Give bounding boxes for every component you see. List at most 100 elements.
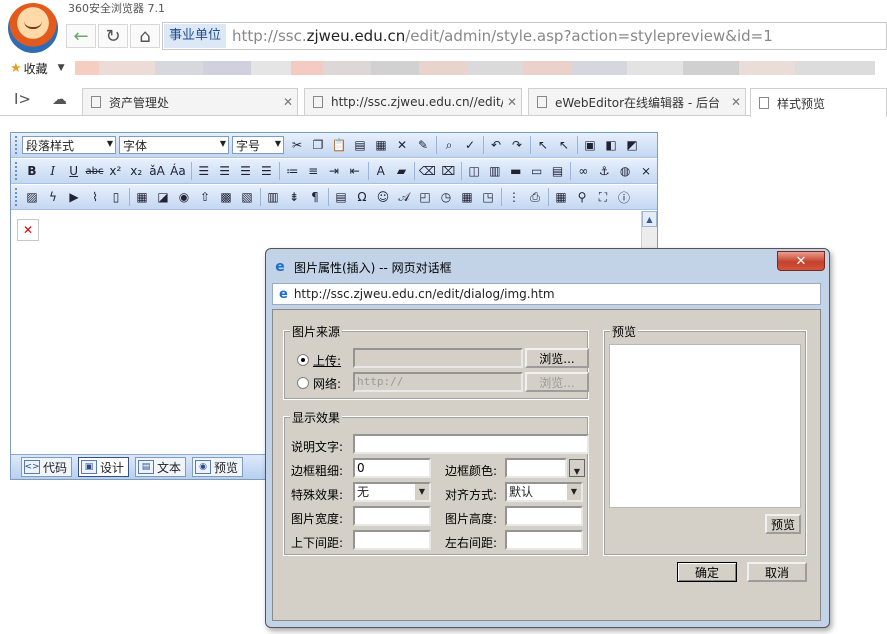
paste-word-icon[interactable]: ▦	[371, 135, 391, 155]
insert-date-icon[interactable]: ◰	[415, 187, 435, 207]
cancel-button[interactable]: 取消	[747, 562, 807, 582]
sidebar-toggle-icon[interactable]: I>	[14, 90, 31, 108]
zoom-icon[interactable]: ⚲	[572, 187, 592, 207]
tab-edit-url[interactable]: http://ssc.zjweu.edu.cn//edit/ ✕	[304, 88, 522, 115]
vspace-field[interactable]	[353, 530, 431, 550]
font-select[interactable]: 字体 ▼	[119, 136, 229, 154]
link-icon[interactable]: ∞	[573, 161, 593, 181]
lowercase-icon[interactable]: Áa	[168, 161, 188, 181]
uppercase-icon[interactable]: ǎA	[147, 161, 167, 181]
upload-icon[interactable]: ⇧	[195, 187, 215, 207]
home-icon[interactable]: ⌂	[130, 24, 160, 48]
browser-logo-icon[interactable]	[8, 3, 58, 53]
paste-icon[interactable]: 📋	[329, 135, 349, 155]
align-justify-icon[interactable]: ☰	[256, 161, 276, 181]
insert-page-break-icon[interactable]: ⇟	[284, 187, 304, 207]
paragraph-style-select[interactable]: 段落样式 ▼	[22, 136, 116, 154]
fullscreen-icon[interactable]: ▣	[580, 135, 600, 155]
unordered-list-icon[interactable]: ≡	[303, 161, 323, 181]
mode-text-button[interactable]: ▤ 文本	[135, 457, 187, 477]
maximize-icon[interactable]: ⛶	[593, 187, 613, 207]
find-icon[interactable]: ⌕	[439, 135, 459, 155]
redo-icon[interactable]: ↷	[507, 135, 527, 155]
strikethrough-icon[interactable]: abc	[85, 161, 105, 181]
align-left-icon[interactable]: ☰	[194, 161, 214, 181]
outdent-icon[interactable]: ⇤	[345, 161, 365, 181]
help-icon[interactable]: ⓘ	[614, 187, 634, 207]
insert-attachment-icon[interactable]: ⌇	[85, 187, 105, 207]
web-radio[interactable]	[297, 377, 309, 389]
color-picker-icon[interactable]: ▼	[569, 459, 585, 477]
tab-ewebeditor[interactable]: eWebEditor在线编辑器 - 后台 ✕	[528, 88, 746, 115]
close-tab-icon[interactable]: ✕	[279, 95, 297, 109]
bold-icon[interactable]: B	[22, 161, 42, 181]
special-effect-select[interactable]: 无 ▼	[353, 482, 431, 502]
background-color-icon[interactable]: ▰	[392, 161, 412, 181]
undo-icon[interactable]: ↶	[486, 135, 506, 155]
mode-design-button[interactable]: ▣ 设计	[78, 457, 130, 477]
insert-paragraph-icon[interactable]: ¶	[305, 187, 325, 207]
cloud-icon[interactable]: ☁	[52, 90, 67, 108]
hspace-field[interactable]	[505, 530, 583, 550]
form-field-icon[interactable]: ▭	[527, 161, 547, 181]
preview-button[interactable]: 预览	[765, 514, 801, 534]
image-height-field[interactable]	[505, 506, 583, 526]
insert-field-icon[interactable]: ▤	[331, 187, 351, 207]
border-width-field[interactable]: 0	[353, 458, 431, 478]
browse-button-disabled[interactable]: 浏览...	[525, 372, 589, 392]
upload-file-field[interactable]	[353, 348, 523, 368]
marquee-icon[interactable]: ▤	[548, 161, 568, 181]
mode-code-button[interactable]: <> 代码	[21, 457, 73, 477]
favorites-dropdown-icon[interactable]: ▼	[58, 63, 65, 73]
paste-text-icon[interactable]: ▤	[350, 135, 370, 155]
art-text-icon[interactable]: 𝒜	[394, 187, 414, 207]
absolute-position-icon[interactable]: ◧	[601, 135, 621, 155]
remove-format-icon[interactable]: ⌫	[417, 161, 437, 181]
select-all-icon[interactable]: ↖	[533, 135, 553, 155]
upload-label[interactable]: 上传:	[313, 352, 341, 369]
insert-layer-icon[interactable]: ◪	[153, 187, 173, 207]
insert-excel-icon[interactable]: ▦	[457, 187, 477, 207]
site-badge[interactable]: 事业单位	[164, 24, 227, 48]
favorites-star-icon[interactable]: ★	[10, 61, 22, 76]
border-color-field[interactable]	[505, 458, 567, 478]
insert-template-icon[interactable]: ▧	[237, 187, 257, 207]
insert-image-icon[interactable]: ▨	[22, 187, 42, 207]
dialog-close-button[interactable]: ✕	[777, 251, 825, 271]
ok-button[interactable]: 确定	[677, 562, 737, 582]
unlink-icon[interactable]: ⨯	[636, 161, 656, 181]
format-brush-icon[interactable]: ✎	[413, 135, 433, 155]
scroll-up-icon[interactable]: ▲	[642, 211, 657, 227]
favorites-label[interactable]: 收藏	[24, 60, 48, 77]
page-break-icon[interactable]: ⋮	[504, 187, 524, 207]
emoticon-icon[interactable]: ☺	[373, 187, 393, 207]
browse-button[interactable]: 浏览...	[525, 348, 589, 368]
insert-web-icon[interactable]: ◉	[174, 187, 194, 207]
copy-icon[interactable]: ❐	[308, 135, 328, 155]
back-arrow-icon[interactable]: ←	[66, 24, 96, 48]
layer-icon[interactable]: ◩	[622, 135, 642, 155]
image-width-field[interactable]	[353, 506, 431, 526]
insert-frame-icon[interactable]: ◳	[478, 187, 498, 207]
print-icon[interactable]: ⎙	[525, 187, 545, 207]
horizontal-rule-icon[interactable]: ▬	[506, 161, 526, 181]
align-center-icon[interactable]: ☰	[215, 161, 235, 181]
superscript-icon[interactable]: x²	[105, 161, 125, 181]
close-tab-icon[interactable]: ✕	[503, 95, 521, 109]
ordered-list-icon[interactable]: ≔	[282, 161, 302, 181]
refresh-icon[interactable]: ↻	[98, 24, 128, 48]
insert-box-icon[interactable]: ▦	[132, 187, 152, 207]
cut-icon[interactable]: ✂	[287, 135, 307, 155]
indent-icon[interactable]: ⇥	[324, 161, 344, 181]
alt-text-field[interactable]	[353, 434, 589, 454]
bookmark-icon[interactable]: ◫	[464, 161, 484, 181]
font-size-select[interactable]: 字号 ▼	[232, 136, 284, 154]
italic-icon[interactable]: I	[43, 161, 63, 181]
map-icon[interactable]: ◍	[615, 161, 635, 181]
delete-icon[interactable]: ✕	[392, 135, 412, 155]
insert-time-icon[interactable]: ◷	[436, 187, 456, 207]
font-color-icon[interactable]: A	[371, 161, 391, 181]
underline-icon[interactable]: U	[64, 161, 84, 181]
close-tab-icon[interactable]: ✕	[727, 95, 745, 109]
url-text[interactable]: http://ssc.zjweu.edu.cn/edit/admin/style…	[232, 27, 773, 45]
